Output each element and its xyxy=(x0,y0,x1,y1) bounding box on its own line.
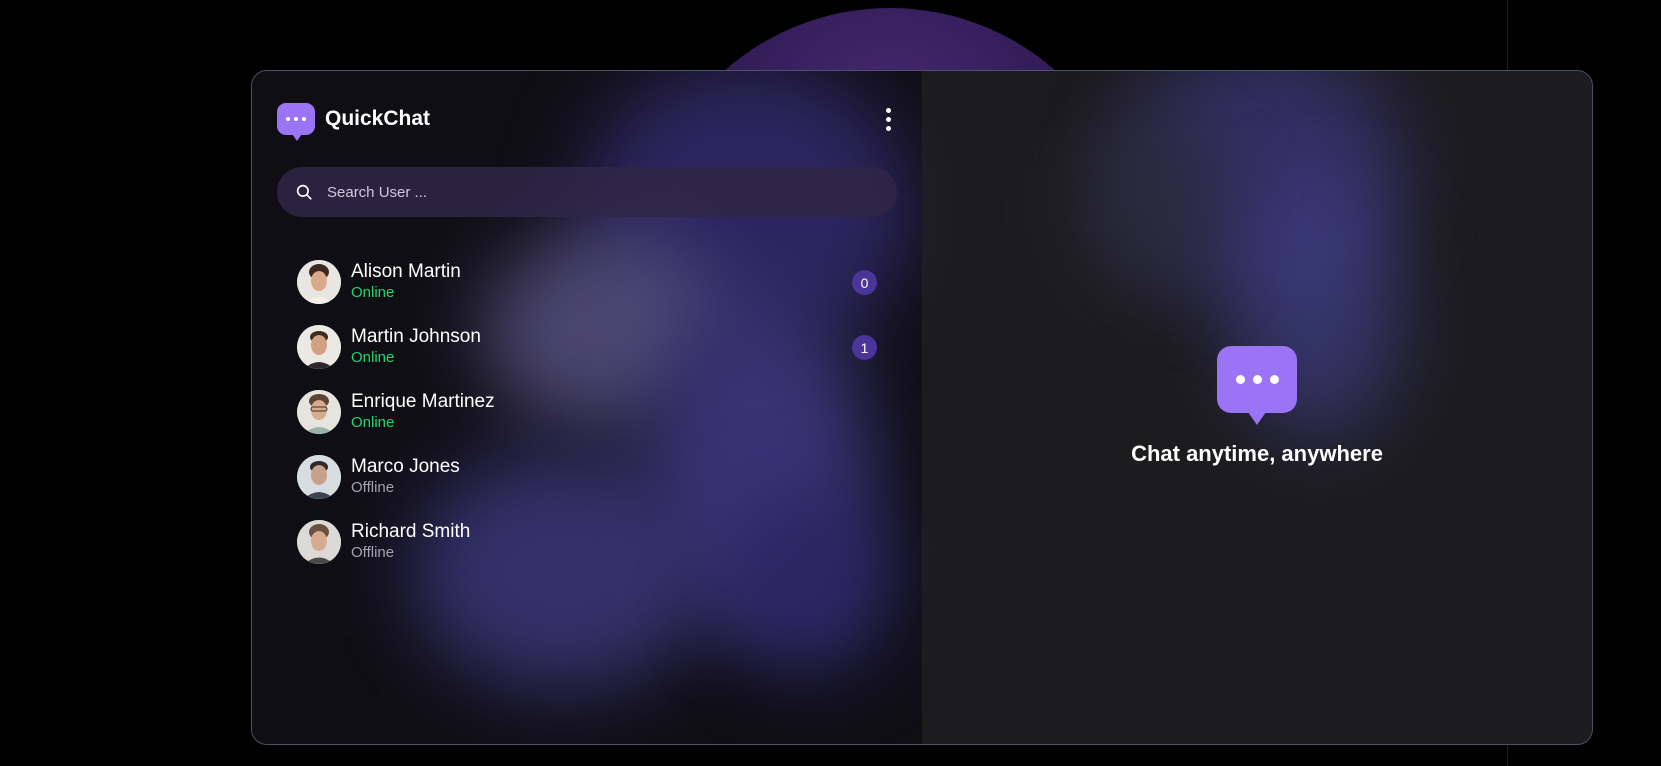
chat-app-window: QuickChat Search User ... Alison Martin … xyxy=(251,70,1593,745)
user-list: Alison Martin Online 0 Martin Johnson On… xyxy=(297,249,877,574)
chat-bubble-icon xyxy=(1217,346,1297,425)
user-status: Offline xyxy=(351,543,395,561)
user-name: Richard Smith xyxy=(351,520,471,542)
more-vertical-icon[interactable] xyxy=(878,105,898,133)
avatar xyxy=(297,324,341,369)
user-name: Alison Martin xyxy=(351,260,461,282)
avatar xyxy=(297,454,341,499)
user-item-marco-jones[interactable]: Marco Jones Offline xyxy=(297,444,877,509)
user-item-alison-martin[interactable]: Alison Martin Online 0 xyxy=(297,249,877,314)
user-status: Offline xyxy=(351,478,395,496)
search-bar xyxy=(277,167,897,217)
avatar xyxy=(297,259,341,304)
search-input[interactable] xyxy=(325,182,897,202)
empty-state-message: Chat anytime, anywhere xyxy=(1131,441,1383,466)
user-status: Online xyxy=(351,413,395,431)
contacts-panel: QuickChat Search User ... Alison Martin … xyxy=(252,71,922,744)
user-name: Marco Jones xyxy=(351,455,460,477)
user-item-martin-johnson[interactable]: Martin Johnson Online 1 xyxy=(297,314,877,379)
user-status: Online xyxy=(351,348,395,366)
app-header: QuickChat xyxy=(277,99,898,141)
avatar xyxy=(297,389,341,434)
conversation-panel: Chat anytime, anywhere xyxy=(922,71,1592,744)
user-name: Martin Johnson xyxy=(351,325,481,347)
search-icon xyxy=(296,184,312,200)
avatar xyxy=(297,519,341,564)
chat-bubble-icon xyxy=(277,103,315,141)
unread-badge: 1 xyxy=(852,335,877,360)
user-name: Enrique Martinez xyxy=(351,390,495,412)
page: QuickChat Search User ... Alison Martin … xyxy=(0,0,1661,766)
user-item-richard-smith[interactable]: Richard Smith Offline xyxy=(297,509,877,574)
user-status: Online xyxy=(351,283,395,301)
app-title: QuickChat xyxy=(325,107,431,130)
user-item-enrique-martinez[interactable]: Enrique Martinez Online xyxy=(297,379,877,444)
empty-state: Chat anytime, anywhere xyxy=(922,346,1592,467)
unread-badge: 0 xyxy=(852,270,877,295)
